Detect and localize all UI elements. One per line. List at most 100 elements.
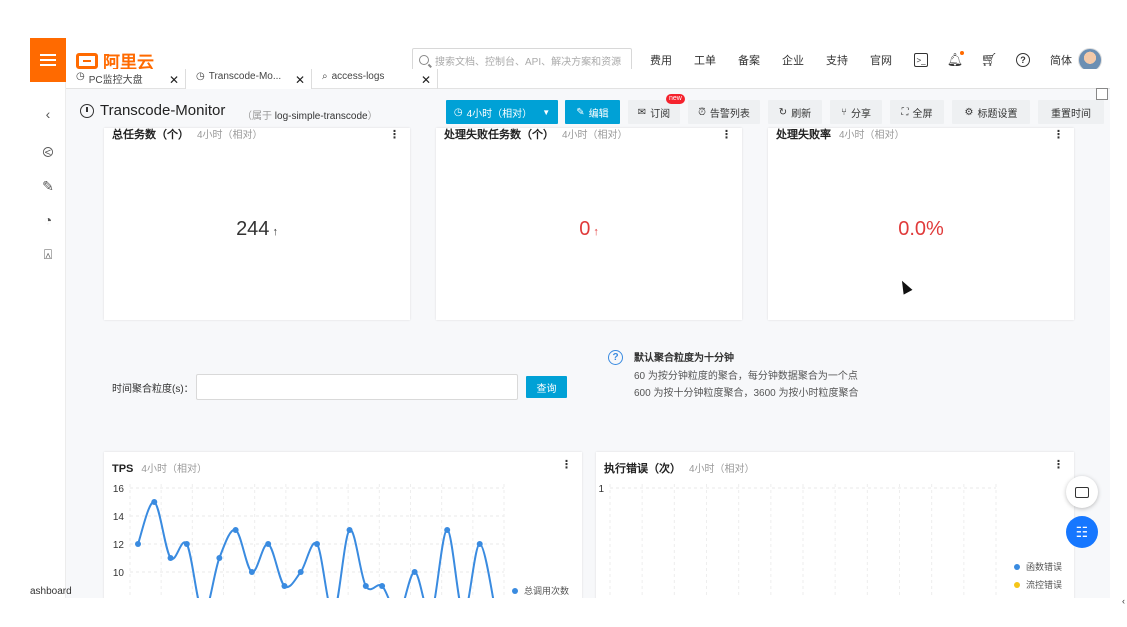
panel-title: TPS 4小时（相对） [112,460,207,475]
data-point [411,569,418,575]
chat-feedback-button[interactable] [1066,476,1098,508]
edit-doc-icon[interactable]: ✎ [40,178,56,194]
language-switch[interactable]: 简体 [1050,52,1072,68]
data-point [444,527,451,533]
y-tick-label: 16 [113,484,125,495]
aggregation-input[interactable] [196,374,518,400]
back-arrow-icon[interactable]: ‹ [40,106,56,122]
data-point [183,541,190,547]
stat-card-title: 处理失败任务数（个） 4小时（相对） [444,126,628,142]
pencil-icon: ✎ [576,106,585,118]
legend-item[interactable]: 函数错误 [1014,560,1062,573]
query-button[interactable]: 查询 [526,376,567,398]
time-range-label: 4小时（相对） [466,108,533,120]
y-tick-label: 1 [598,484,604,495]
alert-list-button[interactable]: ⏰︎ 告警列表 [688,100,760,124]
search-chart-icon: ⌕ [322,71,328,82]
bell-icon[interactable]: 🔔︎ [947,51,964,67]
legend-item[interactable]: 总调用次数 [512,584,569,597]
more-options-icon[interactable]: ⋮ [389,128,400,141]
alarm-icon: ⏰︎ [698,106,706,118]
fullscreen-button[interactable]: ⛶ 全屏 [890,100,944,124]
more-options-icon[interactable]: ⋮ [721,128,732,141]
sidebar-dashboard-label: ashboard [30,586,72,597]
legend-dot-icon [1014,563,1020,570]
edit-button[interactable]: ✎ 编辑 [565,100,620,124]
tab-pc-monitor[interactable]: ◷ PC监控大盘 ✕ [66,69,186,89]
y-tick-label: 10 [113,568,125,579]
tab-transcode-monitor[interactable]: ◷ Transcode-Mo... ✕ [186,69,312,89]
panel-range: 4小时（相对） [141,464,207,475]
nav-link-enterprise[interactable]: 企业 [782,52,804,68]
more-options-icon[interactable]: ⋮ [1053,128,1064,141]
stat-card-range: 4小时（相对） [839,130,905,141]
router-icon[interactable]: ⍓ [40,246,56,262]
close-icon[interactable]: ✕ [169,73,179,87]
legend-item[interactable]: 流控错误 [1014,578,1062,591]
refresh-button[interactable]: ↻ 刷新 [768,100,822,124]
left-sidebar: ‹ ⧀ ✎ ◔ ⍓ [30,82,66,598]
tab-label: Transcode-Mo... [208,71,282,82]
window-square-icon[interactable] [1096,88,1108,100]
dashboard-title-text: Transcode-Monitor [100,102,226,119]
hint-line: 60 为按分钟粒度的聚合，每分钟数据聚合为一个点 [634,371,858,382]
nav-link-support[interactable]: 支持 [826,52,848,68]
cart-icon[interactable]: 🛒︎ [981,52,998,67]
legend-label: 总调用次数 [524,586,570,596]
data-point [314,541,320,547]
data-point [248,569,255,575]
edit-label: 编辑 [588,108,609,120]
apps-grid-icon: ☷ [1075,523,1089,540]
help-icon[interactable]: ? [1016,53,1030,67]
nav-link-tickets[interactable]: 工单 [694,52,716,68]
apps-button[interactable]: ☷ [1066,516,1098,548]
reset-time-button[interactable]: 重置时间 [1038,100,1104,124]
clock-icon: ◷ [76,71,85,82]
tab-access-logs[interactable]: ⌕ access-logs ✕ [312,69,438,89]
title-settings-button[interactable]: ⚙ 标题设置 [952,100,1030,124]
errors-panel: 1 执行错误（次） 4小时（相对） ⋮ 函数错误 流控错误 [596,452,1074,598]
more-options-icon[interactable]: ⋮ [561,458,572,471]
hint-title: 默认聚合粒度为十分钟 [634,353,734,364]
share-button[interactable]: ⑂ 分享 [830,100,882,124]
more-options-icon[interactable]: ⋮ [1053,458,1064,471]
refresh-icon: ↻ [778,106,788,118]
hamburger-menu-icon[interactable] [30,38,66,82]
logstore-name[interactable]: log-simple-transcode [275,111,368,122]
stat-value: 244 ↑ [104,218,410,241]
share-label: 分享 [851,108,871,120]
nav-link-icp[interactable]: 备案 [738,52,760,68]
close-icon[interactable]: ✕ [295,73,305,87]
time-range-button[interactable]: ◷ 4小时（相对） ▼ [446,100,558,124]
data-point [346,527,353,533]
hint-line: 600 为按十分钟粒度聚合，3600 为按小时粒度聚合 [634,388,859,399]
terminal-icon[interactable]: >_ [914,53,928,67]
data-point [476,541,483,547]
title-settings-label: 标题设置 [977,108,1018,120]
y-tick-label: 14 [113,512,125,523]
data-point [232,527,239,533]
data-point [265,541,272,547]
data-point [297,569,304,575]
nav-link-official-site[interactable]: 官网 [870,52,892,68]
legend-label: 流控错误 [1026,580,1063,590]
monitor-chart-icon[interactable]: ⧀ [40,144,56,160]
search-placeholder: 搜索文档、控制台、API、解决方案和资源 [435,56,622,68]
stat-card-range: 4小时（相对） [197,130,263,141]
stat-value-number: 0 [579,218,591,240]
search-icon [419,55,429,65]
new-badge: new [666,94,685,104]
stat-value-number: 0.0% [898,218,944,240]
nav-link-fees[interactable]: 费用 [650,52,672,68]
tab-label: PC监控大盘 [88,75,143,86]
legend-dot-icon [512,587,518,594]
belongs-prefix: 属于 [252,111,272,122]
panel-title: 执行错误（次） 4小时（相对） [604,460,755,476]
close-icon[interactable]: ✕ [421,73,431,87]
stat-card-title-text: 处理失败任务数（个） [444,129,554,141]
data-point [379,583,386,589]
data-point [216,555,223,561]
trend-up-icon: ↑ [593,226,599,238]
pie-chart-icon[interactable]: ◔ [40,212,56,228]
data-point [362,583,369,589]
